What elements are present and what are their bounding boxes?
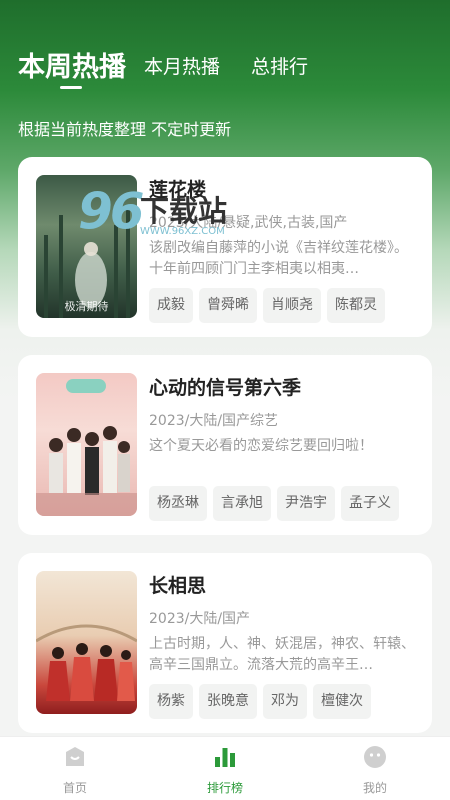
poster-image: 极清期待	[36, 175, 137, 318]
show-meta: 2023/大陆/国产综艺	[149, 413, 279, 429]
poster-image	[36, 571, 137, 714]
profile-icon	[363, 745, 387, 773]
show-description: 上古时期，人、神、妖混居，神农、轩辕、高辛三国鼎立。流落大荒的高辛王…	[149, 636, 415, 673]
poster-caption: 极清期待	[64, 300, 109, 313]
nav-profile[interactable]: 我的	[300, 737, 450, 800]
active-tab-indicator	[60, 86, 82, 89]
cast-tag[interactable]: 陈都灵	[327, 288, 385, 323]
show-meta: 2023/大陆/悬疑,武侠,古装,国产	[149, 215, 348, 231]
cast-tag[interactable]: 杨丞琳	[149, 486, 207, 521]
cast-tag[interactable]: 张晚意	[199, 684, 257, 719]
cast-tag[interactable]: 杨紫	[149, 684, 193, 719]
cast-tag[interactable]: 邓为	[263, 684, 307, 719]
cast-tag[interactable]: 孟子义	[341, 486, 399, 521]
cast-tag[interactable]: 肖顺尧	[263, 288, 321, 323]
show-title: 长相思	[149, 575, 207, 597]
nav-ranking-label: 排行榜	[206, 781, 243, 795]
ranking-tabs: 本周热播 本月热播 总排行	[18, 42, 432, 92]
cast-tag[interactable]: 尹浩宇	[277, 486, 335, 521]
home-icon	[63, 745, 87, 773]
show-description: 该剧改编自藤萍的小说《吉祥纹莲花楼》。十年前四顾门门主李相夷以相夷…	[149, 240, 408, 277]
chart-icon	[213, 745, 237, 773]
show-card[interactable]: 长相思 2023/大陆/国产 上古时期，人、神、妖混居，神农、轩辕、高辛三国鼎立…	[18, 553, 432, 733]
show-card[interactable]: 心动的信号第六季 2023/大陆/国产综艺 这个夏天必看的恋爱综艺要回归啦！ 杨…	[18, 355, 432, 535]
nav-home[interactable]: 首页	[0, 737, 150, 800]
cast-tag[interactable]: 曾舜晞	[199, 288, 257, 323]
show-description: 这个夏天必看的恋爱综艺要回归啦！	[149, 438, 373, 454]
ranking-subtitle: 根据当前热度整理 不定时更新	[18, 120, 232, 139]
cast-tags: 杨紫 张晚意 邓为 檀健次	[149, 684, 418, 719]
ranking-screen: 本周热播 本月热播 总排行 根据当前热度整理 不定时更新 极清期待 莲花楼 20…	[0, 0, 450, 800]
cast-tag[interactable]: 檀健次	[313, 684, 371, 719]
show-meta: 2023/大陆/国产	[149, 611, 251, 627]
cast-tags: 成毅 曾舜晞 肖顺尧 陈都灵	[149, 288, 418, 323]
cast-tags: 杨丞琳 言承旭 尹浩宇 孟子义	[149, 486, 418, 521]
tab-overall-ranking[interactable]: 总排行	[251, 52, 308, 79]
cast-tag[interactable]: 成毅	[149, 288, 193, 323]
show-title: 心动的信号第六季	[149, 377, 302, 399]
tab-monthly-hot[interactable]: 本月热播	[144, 52, 220, 79]
show-card[interactable]: 极清期待 莲花楼 2023/大陆/悬疑,武侠,古装,国产 该剧改编自藤萍的小说《…	[18, 157, 432, 337]
nav-profile-label: 我的	[362, 781, 387, 795]
poster-image	[36, 373, 137, 516]
nav-home-label: 首页	[62, 781, 87, 795]
show-title: 莲花楼	[149, 179, 207, 201]
nav-ranking[interactable]: 排行榜	[150, 737, 300, 800]
bottom-nav: 首页 排行榜 我的	[0, 736, 450, 800]
tab-weekly-hot[interactable]: 本周热播	[18, 45, 126, 84]
cast-tag[interactable]: 言承旭	[213, 486, 271, 521]
